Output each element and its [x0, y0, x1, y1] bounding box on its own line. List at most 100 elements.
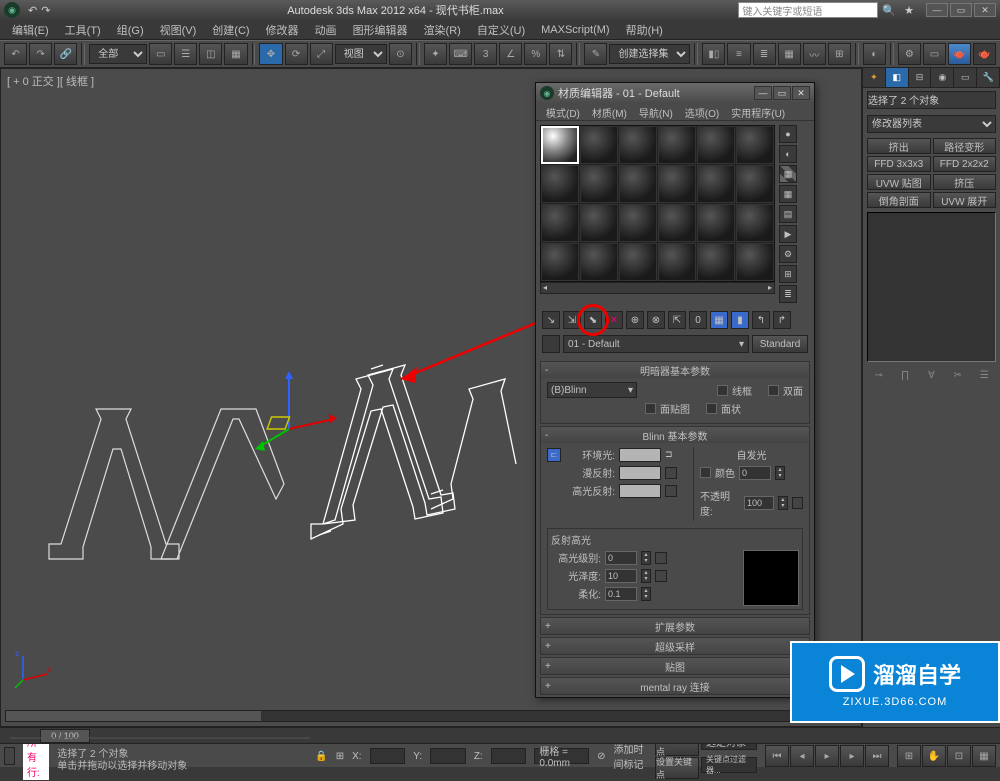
rendered-frame-button[interactable]: ▭ [923, 43, 946, 65]
sample-slot[interactable] [658, 243, 696, 281]
background-icon[interactable]: ▦ [779, 165, 797, 183]
render-setup-button[interactable]: ⚙ [898, 43, 921, 65]
spec-level-spinner[interactable]: 0 [605, 551, 637, 565]
undo-button[interactable]: ↶ [4, 43, 27, 65]
menu-group[interactable]: 组(G) [109, 22, 152, 38]
mat-close-button[interactable]: ✕ [792, 86, 810, 100]
help-search-input[interactable]: 键入关键字或短语 [738, 2, 878, 18]
render-button[interactable]: 🫖 [948, 43, 971, 65]
mod-extrude[interactable]: 挤出 [867, 138, 931, 154]
display-tab-icon[interactable]: ▭ [954, 68, 977, 87]
opacity-spinner[interactable]: 100 [744, 496, 774, 510]
material-map-nav-icon[interactable]: ≣ [779, 285, 797, 303]
menu-tools[interactable]: 工具(T) [57, 22, 109, 38]
sample-slot[interactable] [580, 243, 618, 281]
modify-tab-icon[interactable]: ◧ [886, 68, 909, 87]
show-result-icon[interactable]: ∏ [897, 367, 913, 383]
curve-editor-button[interactable]: 〰 [803, 43, 826, 65]
scale-button[interactable]: ⤢ [310, 43, 333, 65]
mat-menu-options[interactable]: 选项(O) [679, 103, 725, 120]
sample-slot[interactable] [580, 204, 618, 242]
gloss-map-button[interactable] [655, 570, 667, 582]
ambient-color-swatch[interactable] [619, 448, 661, 462]
select-by-name-button[interactable]: ☰ [174, 43, 197, 65]
link-button[interactable]: 🔗 [54, 43, 77, 65]
spec-map-button[interactable] [655, 552, 667, 564]
edit-named-sel-button[interactable]: ✎ [584, 43, 607, 65]
spinner-buttons[interactable]: ▴▾ [641, 569, 651, 583]
goto-end-icon[interactable]: ⏭ [865, 745, 889, 767]
mod-bevelprofile[interactable]: 倒角剖面 [867, 192, 931, 208]
z-coord-field[interactable] [491, 748, 527, 764]
sample-slot[interactable] [541, 204, 579, 242]
pan-icon[interactable]: ✋ [922, 745, 946, 767]
help-icon[interactable]: ★ [904, 4, 914, 17]
mat-menu-utilities[interactable]: 实用程序(U) [725, 103, 791, 120]
sample-slot[interactable] [541, 165, 579, 203]
menu-rendering[interactable]: 渲染(R) [416, 22, 469, 38]
ref-coord-system[interactable]: 视图 [335, 44, 387, 64]
next-frame-icon[interactable]: ▸ [840, 745, 864, 767]
spinner-buttons[interactable]: ▴▾ [641, 587, 651, 601]
select-region-button[interactable]: ◫ [199, 43, 222, 65]
minimize-button[interactable]: — [926, 3, 948, 17]
material-editor-titlebar[interactable]: ◉ 材质编辑器 - 01 - Default — ▭ ✕ [536, 83, 814, 103]
opacity-map-button[interactable] [792, 497, 803, 509]
search-icon[interactable]: 🔍 [882, 4, 896, 17]
make-copy-icon[interactable]: ⊕ [626, 311, 644, 329]
sample-slot[interactable] [541, 243, 579, 281]
show-end-result-icon[interactable]: ▮ [731, 311, 749, 329]
mat-menu-material[interactable]: 材质(M) [586, 103, 633, 120]
specular-color-swatch[interactable] [619, 484, 661, 498]
mirror-button[interactable]: ▮▯ [702, 43, 725, 65]
x-coord-field[interactable] [370, 748, 406, 764]
show-map-icon[interactable]: ▦ [710, 311, 728, 329]
spinner-buttons[interactable]: ▴▾ [641, 551, 651, 565]
mat-minimize-button[interactable]: — [754, 86, 772, 100]
rollout-header[interactable]: +超级采样 [541, 638, 809, 654]
sample-scroll-h[interactable]: ◂▸ [540, 282, 775, 294]
rotate-button[interactable]: ⟳ [285, 43, 308, 65]
menu-help[interactable]: 帮助(H) [618, 22, 671, 38]
video-check-icon[interactable]: ▤ [779, 205, 797, 223]
select-object-button[interactable]: ▭ [149, 43, 172, 65]
mat-menu-navigation[interactable]: 导航(N) [633, 103, 679, 120]
diffuse-map-button[interactable] [665, 467, 677, 479]
specular-map-button[interactable] [665, 485, 677, 497]
create-tab-icon[interactable]: ✦ [863, 68, 886, 87]
isolate-icon[interactable]: ⊞ [897, 745, 921, 767]
sample-slot[interactable] [697, 165, 735, 203]
time-slider[interactable]: 0 / 100 [0, 728, 1000, 744]
menu-grapheditors[interactable]: 图形编辑器 [345, 22, 416, 38]
sample-slot[interactable] [697, 126, 735, 164]
mod-uvwmap[interactable]: UVW 贴图 [867, 174, 931, 190]
put-to-library-icon[interactable]: ⇱ [668, 311, 686, 329]
key-filters-button[interactable]: 关键点过滤器... [701, 757, 757, 773]
mod-uvwunwrap[interactable]: UVW 展开 [933, 192, 997, 208]
motion-tab-icon[interactable]: ◉ [931, 68, 954, 87]
time-tag-icon[interactable]: ⊘ [597, 751, 605, 762]
close-button[interactable]: ✕ [974, 3, 996, 17]
menu-animation[interactable]: 动画 [307, 22, 345, 38]
spinner-snap-button[interactable]: ⇅ [549, 43, 572, 65]
configure-sets-icon[interactable]: ☰ [976, 367, 992, 383]
redo-button[interactable]: ↷ [29, 43, 52, 65]
rollout-header[interactable]: -Blinn 基本参数 [541, 427, 809, 443]
rollout-header[interactable]: +贴图 [541, 658, 809, 674]
assign-to-selection-button[interactable]: ⬊ [584, 311, 602, 329]
material-editor-button[interactable]: ◐ [863, 43, 886, 65]
mat-menu-modes[interactable]: 模式(D) [540, 103, 586, 120]
listener-mini-icon[interactable] [4, 747, 15, 765]
rollout-header[interactable]: +扩展参数 [541, 618, 809, 634]
options-icon[interactable]: ⚙ [779, 245, 797, 263]
rollout-header[interactable]: -明暗器基本参数 [541, 362, 809, 378]
qat-redo-icon[interactable]: ↷ [41, 4, 50, 17]
mod-pathdeform[interactable]: 路径变形 [933, 138, 997, 154]
lock-selection-icon[interactable]: 🔒 [315, 751, 327, 762]
sample-slot[interactable] [619, 165, 657, 203]
keyboard-shortcut-button[interactable]: ⌨ [449, 43, 472, 65]
selfillum-color-checkbox[interactable] [700, 467, 711, 478]
soften-spinner[interactable]: 0.1 [605, 587, 637, 601]
manipulate-button[interactable]: ✦ [424, 43, 447, 65]
max-viewport-icon[interactable]: ▦ [972, 745, 996, 767]
